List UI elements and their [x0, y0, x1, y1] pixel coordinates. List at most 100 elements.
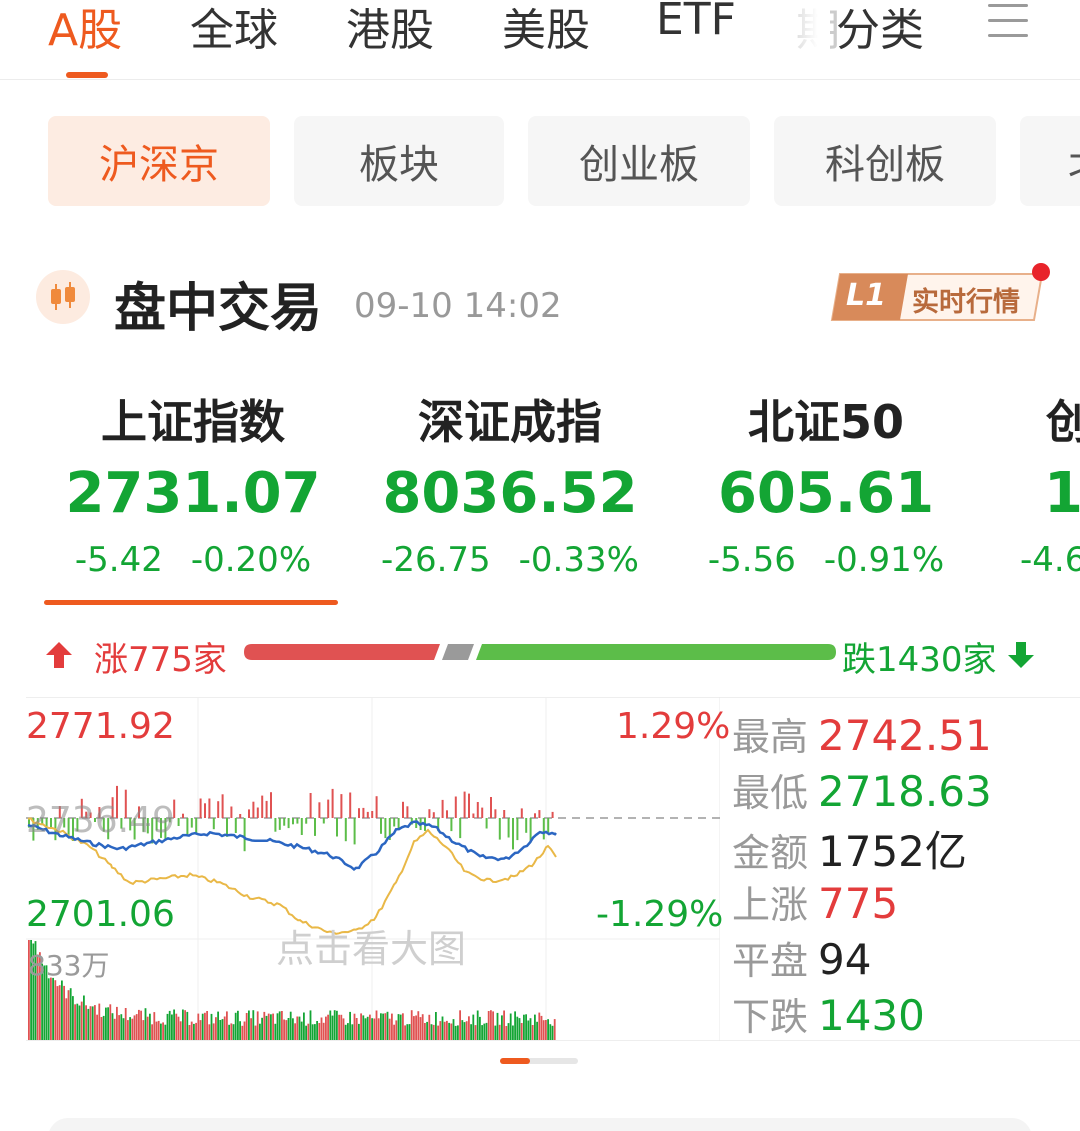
- subtab-sectors[interactable]: 板块: [294, 116, 504, 206]
- volume-bar: [439, 1021, 442, 1040]
- volume-bar: [338, 1014, 340, 1040]
- tick-bar-up: [256, 807, 259, 818]
- stat-rising: 上涨 775: [732, 879, 899, 928]
- tab-categories[interactable]: 分类: [836, 0, 924, 58]
- volume-bar: [155, 1021, 158, 1040]
- index-card-shanghai[interactable]: 上证指数 2731.07 -5.42 -0.20%: [62, 390, 324, 584]
- volume-bar: [129, 1017, 131, 1040]
- enlarge-chart-hint[interactable]: 点击看大图: [276, 918, 466, 973]
- volume-bar: [149, 1013, 151, 1040]
- volume-bar: [140, 1010, 142, 1040]
- tab-hk-stocks[interactable]: 港股: [346, 0, 434, 58]
- volume-bar: [241, 1025, 244, 1040]
- index-card-shenzhen[interactable]: 深证成指 8036.52 -26.75 -0.33%: [370, 390, 650, 584]
- volume-bar: [421, 1014, 424, 1040]
- volume-bar: [204, 1012, 206, 1040]
- stat-high: 最高 2742.51: [732, 711, 992, 760]
- volume-bar: [391, 1013, 393, 1040]
- tab-a-shares[interactable]: A股: [48, 0, 122, 58]
- tick-bar-down: [393, 818, 396, 827]
- volume-bar: [171, 1014, 173, 1040]
- volume-bar: [340, 1014, 343, 1040]
- rise-count-label: 涨775家: [94, 640, 227, 680]
- tick-bar-down: [305, 818, 308, 824]
- volume-bar: [80, 1001, 83, 1040]
- menu-icon[interactable]: [988, 4, 1028, 38]
- subtab-chinext[interactable]: 创业板: [528, 116, 750, 206]
- volume-bar: [553, 1019, 556, 1040]
- volume-bar: [435, 1012, 437, 1040]
- volume-bar: [232, 1024, 235, 1040]
- volume-bar: [278, 1011, 281, 1040]
- volume-bar: [100, 1017, 103, 1040]
- index-change: -5.42 -0.20%: [74, 540, 312, 580]
- volume-bar: [547, 1019, 549, 1040]
- subtab-star-market[interactable]: 科创板: [774, 116, 996, 206]
- tick-bar-down: [547, 818, 550, 833]
- index-card-chinext[interactable]: 创 15 -4.6: [1018, 390, 1080, 584]
- volume-bar: [215, 1017, 217, 1040]
- volume-bar: [292, 1018, 294, 1040]
- volume-bar: [76, 1003, 79, 1040]
- volume-bar: [470, 1024, 472, 1040]
- subtab-hushenjing[interactable]: 沪深京: [48, 116, 270, 206]
- volume-bar: [375, 1010, 378, 1040]
- volume-bar: [151, 1024, 153, 1040]
- tick-bar-down: [287, 818, 290, 829]
- tab-global[interactable]: 全球: [190, 0, 278, 58]
- selected-index-indicator: [44, 600, 338, 605]
- volume-bar: [307, 1023, 310, 1040]
- volume-bar: [503, 1010, 505, 1040]
- tick-bar-up: [327, 799, 330, 818]
- volume-bar: [109, 1004, 112, 1040]
- volume-bar: [142, 1020, 145, 1040]
- tick-bar-up: [252, 801, 255, 818]
- intraday-chart[interactable]: [0, 697, 720, 1041]
- tick-bar-down: [190, 818, 193, 828]
- volume-bar: [388, 1018, 391, 1040]
- tick-bar-down: [344, 818, 347, 842]
- volume-bar: [496, 1012, 499, 1040]
- volume-bar: [483, 1023, 486, 1040]
- tab-etf[interactable]: ETF: [656, 0, 736, 45]
- volume-bar: [63, 985, 65, 1040]
- volume-bar: [89, 1006, 92, 1040]
- tick-bar-down: [542, 818, 545, 840]
- tab-us-stocks[interactable]: 美股: [502, 0, 590, 58]
- volume-bar: [492, 1011, 494, 1040]
- volume-bar: [344, 1024, 347, 1040]
- volume-bar: [283, 1019, 285, 1040]
- volume-bar: [461, 1020, 464, 1040]
- volume-bar: [358, 1023, 360, 1040]
- volume-bar: [74, 1004, 76, 1040]
- volume-bar: [230, 1023, 233, 1040]
- volume-bar: [120, 1014, 123, 1040]
- volume-bar: [164, 1024, 167, 1040]
- volume-bar: [135, 1014, 138, 1040]
- volume-bar: [333, 1010, 336, 1040]
- badge-label: 实时行情: [912, 287, 1020, 318]
- tick-bar-down: [485, 818, 488, 829]
- volume-bar: [432, 1024, 435, 1040]
- volume-bar: [441, 1016, 444, 1040]
- tick-bar-up: [371, 811, 374, 818]
- volume-bar: [446, 1020, 448, 1040]
- index-card-beijing50[interactable]: 北证50 605.61 -5.56 -0.91%: [700, 390, 952, 584]
- volume-bar: [448, 1022, 450, 1040]
- volume-bar: [408, 1024, 411, 1040]
- carousel-pager[interactable]: [500, 1058, 578, 1064]
- volume-bar: [78, 1005, 81, 1040]
- tick-bar-down: [384, 818, 387, 839]
- volume-bar: [450, 1023, 453, 1040]
- volume-bar: [369, 1014, 371, 1040]
- volume-bar: [443, 1021, 446, 1040]
- tick-bar-down: [283, 818, 286, 826]
- tick-bar-down: [516, 818, 519, 841]
- volume-bar: [536, 1021, 538, 1040]
- chart-base-label: 2736.49: [26, 800, 175, 841]
- subtab-north[interactable]: 北: [1020, 116, 1080, 206]
- volume-bar: [168, 1010, 171, 1040]
- volume-bar: [373, 1018, 376, 1040]
- volume-bar: [534, 1014, 536, 1040]
- volume-bar: [212, 1023, 215, 1040]
